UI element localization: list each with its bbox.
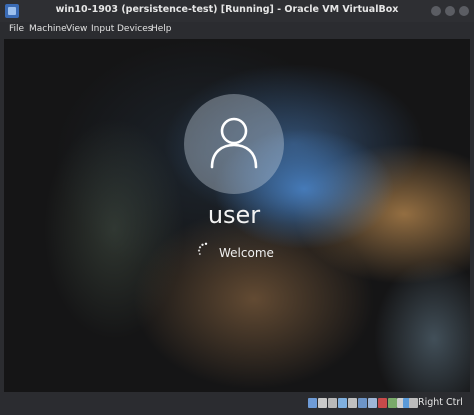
welcome-text: Welcome [219,246,274,260]
virtualbox-app-icon [5,4,19,18]
window-title: win10-1903 (persistence-test) [Running] … [55,4,399,15]
minimize-button[interactable] [431,6,441,16]
optical-drive-icon[interactable] [318,398,327,408]
host-key-label: Right Ctrl [418,397,463,408]
vm-display[interactable]: user Welcome [4,39,470,392]
menu-view[interactable]: View [66,24,87,34]
title-bar[interactable]: win10-1903 (persistence-test) [Running] … [0,0,474,22]
status-bar: Right Ctrl [0,392,474,415]
menu-devices[interactable]: Devices [117,24,152,34]
menu-file[interactable]: File [9,24,24,34]
audio-icon[interactable] [328,398,337,408]
menu-bar: File Machine View Input Devices Help [0,22,474,38]
user-icon [210,117,258,169]
menu-input[interactable]: Input [91,24,114,34]
video-capture-icon[interactable] [378,398,387,408]
network-icon[interactable] [338,398,347,408]
cpu-icon[interactable] [388,398,397,408]
menu-machine[interactable]: Machine [29,24,67,34]
keyboard-icon[interactable] [409,398,418,408]
shared-folders-icon[interactable] [358,398,367,408]
username-label: user [207,201,261,229]
user-avatar [184,94,284,194]
loading-spinner-icon [197,242,208,255]
virtualbox-window: win10-1903 (persistence-test) [Running] … [0,0,474,415]
maximize-button[interactable] [445,6,455,16]
close-button[interactable] [459,6,469,16]
hard-disk-icon[interactable] [308,398,317,408]
usb-icon[interactable] [348,398,357,408]
display-icon[interactable] [368,398,377,408]
menu-help[interactable]: Help [151,24,172,34]
